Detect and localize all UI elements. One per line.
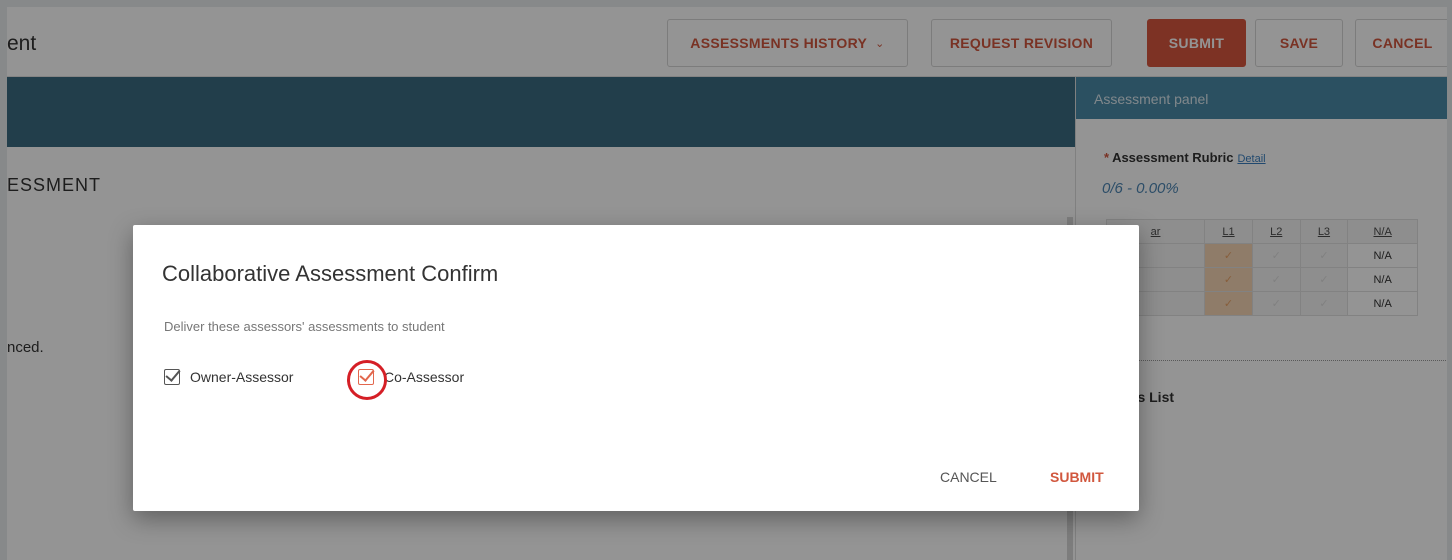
checkbox-checked-icon[interactable] xyxy=(164,369,180,385)
dialog-submit-button[interactable]: SUBMIT xyxy=(1050,469,1104,485)
owner-assessor-checkbox[interactable]: Owner-Assessor xyxy=(164,369,293,385)
confirm-dialog: Collaborative Assessment Confirm Deliver… xyxy=(133,225,1139,511)
dialog-description: Deliver these assessors' assessments to … xyxy=(164,319,445,334)
owner-assessor-label: Owner-Assessor xyxy=(190,369,294,385)
co-assessor-label: Co-Assessor xyxy=(384,369,465,385)
highlight-circle xyxy=(347,360,387,400)
dialog-cancel-button[interactable]: CANCEL xyxy=(940,469,997,485)
dialog-title: Collaborative Assessment Confirm xyxy=(162,261,499,286)
